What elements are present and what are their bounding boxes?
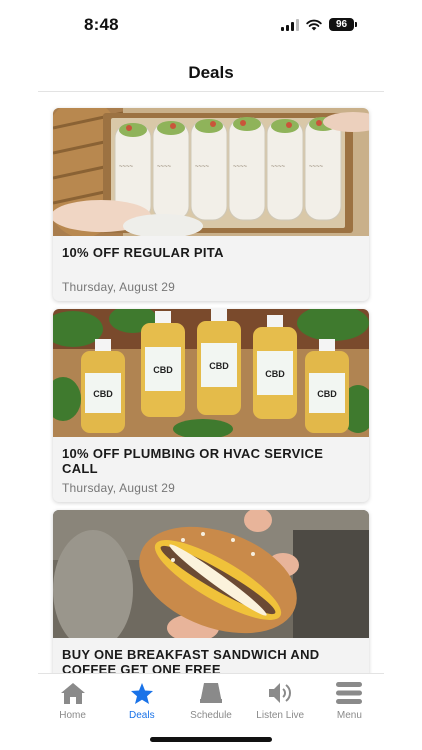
- svg-text:~~~~: ~~~~: [195, 164, 210, 170]
- tab-label: Menu: [336, 710, 362, 721]
- deals-list[interactable]: ~~~~ ~~~~ ~~~~ ~~~~ ~~~~ ~~~~ 10% OFF REGULAR…: [0, 93, 422, 673]
- tab-label: Home: [59, 710, 86, 721]
- wifi-icon: [306, 19, 322, 30]
- svg-text:CBD: CBD: [93, 389, 113, 399]
- tab-home[interactable]: Home: [38, 674, 107, 723]
- svg-text:~~~~: ~~~~: [233, 164, 248, 170]
- status-bar: 8:48 96: [0, 0, 422, 52]
- tab-listen-live[interactable]: Listen Live: [246, 674, 315, 723]
- svg-text:~~~~: ~~~~: [271, 164, 286, 170]
- battery-icon: 96: [329, 18, 357, 31]
- deal-card[interactable]: ~~~~ ~~~~ ~~~~ ~~~~ ~~~~ ~~~~ 10% OFF REGULAR…: [53, 108, 369, 301]
- deals-screen: 8:48 96 Deals ~~~~ ~~~~ ~~~~ ~~~~ ~~~~ ~…: [0, 0, 422, 750]
- deal-image-breakfast: [53, 510, 369, 638]
- svg-text:CBD: CBD: [153, 365, 173, 375]
- deal-date: Thursday, August 29: [62, 280, 175, 294]
- house-icon: [59, 680, 87, 706]
- svg-text:CBD: CBD: [317, 389, 337, 399]
- cellular-signal-icon: [281, 18, 299, 31]
- tab-menu[interactable]: Menu: [315, 674, 384, 723]
- tab-label: Listen Live: [256, 710, 305, 721]
- tab-label: Deals: [129, 710, 155, 721]
- deal-title: 10% OFF PLUMBING OR HVAC SERVICE CALL: [62, 446, 324, 476]
- svg-text:~~~~: ~~~~: [309, 164, 324, 170]
- deal-date: Thursday, August 29: [62, 481, 175, 495]
- status-time: 8:48: [84, 15, 119, 34]
- star-icon: [128, 680, 156, 706]
- deal-title: 10% OFF REGULAR PITA: [62, 245, 224, 260]
- navigation-header: Deals: [38, 52, 384, 92]
- svg-text:~~~~: ~~~~: [119, 164, 134, 170]
- deal-image-pita: ~~~~ ~~~~ ~~~~ ~~~~ ~~~~ ~~~~: [53, 108, 369, 236]
- calendar-icon: [197, 680, 225, 706]
- tab-deals[interactable]: Deals: [107, 674, 176, 723]
- deal-card[interactable]: BUY ONE BREAKFAST SANDWICH AND COFFEE GE…: [53, 510, 369, 673]
- svg-text:CBD: CBD: [209, 361, 229, 371]
- deal-image-cbd: CBD CBD CBD CBD CBD: [53, 309, 369, 437]
- svg-text:CBD: CBD: [265, 369, 285, 379]
- svg-text:~~~~: ~~~~: [157, 164, 172, 170]
- deal-card[interactable]: CBD CBD CBD CBD CBD 10% OFF PLUMBING OR …: [53, 309, 369, 502]
- tab-bar: Home Deals Schedule Listen Live Menu: [38, 673, 384, 723]
- speaker-icon: [266, 680, 294, 706]
- tab-label: Schedule: [190, 710, 232, 721]
- tab-schedule[interactable]: Schedule: [176, 674, 245, 723]
- page-title: Deals: [188, 63, 234, 82]
- deal-title: BUY ONE BREAKFAST SANDWICH AND COFFEE GE…: [62, 647, 320, 673]
- status-icons: 96: [281, 18, 357, 31]
- menu-icon: [335, 680, 363, 706]
- home-indicator[interactable]: [150, 737, 272, 742]
